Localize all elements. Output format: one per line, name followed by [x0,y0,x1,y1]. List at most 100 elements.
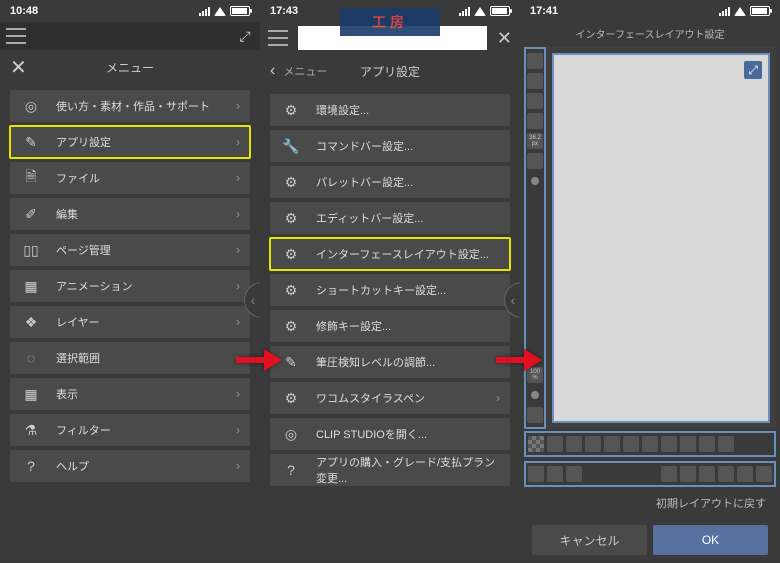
clock: 17:43 [270,5,298,17]
wrench-icon: 🔧 [280,135,302,157]
palette-icon[interactable] [699,466,715,482]
chevron-right-icon: › [236,351,240,365]
palette-icon[interactable] [661,436,677,452]
palette-icon[interactable] [756,466,772,482]
clip-icon: ◎ [280,423,302,445]
slider-handle[interactable] [531,391,539,399]
pencil-icon: ✐ [20,203,42,225]
menu-item-page[interactable]: ▯▯ ページ管理 › [10,234,250,266]
dialog-title: インターフェースレイアウト設定 [520,22,780,47]
palette-icon[interactable] [642,436,658,452]
top-bar: ⤢ [0,22,260,50]
back-icon[interactable]: ‹ [270,62,275,80]
signal-icon [199,7,210,16]
palette-icon[interactable] [661,466,677,482]
cancel-button[interactable]: キャンセル [532,525,647,555]
palette-icon[interactable] [604,436,620,452]
tool-icon[interactable] [527,113,543,129]
menu-item-commandbar[interactable]: 🔧 コマンドバー設定... [270,130,510,162]
close-icon[interactable]: ✕ [497,28,512,49]
chevron-right-icon: › [236,423,240,437]
tool-icon[interactable] [527,407,543,423]
canvas-preview[interactable]: ⤢ [552,53,770,423]
expand-icon[interactable]: ⤢ [744,61,762,79]
pct-badge[interactable]: 100 % [527,367,543,383]
palette-icon[interactable] [680,436,696,452]
menu-item-layer[interactable]: ❖ レイヤー › [10,306,250,338]
palette-icon[interactable] [585,436,601,452]
select-icon: ◌ [20,347,42,369]
panel-app-settings: 17:43 工房 ✕ ‹ メニュー アプリ設定 ⚙ 環境設定... 🔧 コマンド… [260,0,520,563]
menu-item-shortcut[interactable]: ⚙ ショートカットキー設定... [270,274,510,306]
palette-row-2[interactable] [524,461,776,487]
signal-icon [459,7,470,16]
menu-item-palettebar[interactable]: ⚙ パレットバー設定... [270,166,510,198]
layers-icon: ❖ [20,311,42,333]
book-icon: ▯▯ [20,239,42,261]
palette-icon[interactable] [528,466,544,482]
vertical-toolbar[interactable]: 36.2 px 100 % [524,47,546,429]
chevron-right-icon: › [236,279,240,293]
gear-icon: ⚙ [280,207,302,229]
hamburger-icon[interactable] [268,30,288,46]
battery-icon [750,6,770,16]
chevron-right-icon: › [236,135,240,149]
zoom-badge[interactable]: 36.2 px [527,133,543,149]
expand-icon[interactable]: ⤢ [236,27,254,45]
menu-item-view[interactable]: ▦ 表示 › [10,378,250,410]
cart-icon: ? [280,459,302,481]
film-icon: ▦ [20,275,42,297]
palette-icon[interactable] [566,466,582,482]
help-icon: ? [20,455,42,477]
tool-icon[interactable] [527,73,543,89]
tool-icon[interactable] [527,53,543,69]
menu-item-app-settings[interactable]: ✎ アプリ設定 › [10,126,250,158]
clip-icon: ◎ [20,95,42,117]
menu-item-modkey[interactable]: ⚙ 修飾キー設定... [270,310,510,342]
layout-icon: ⚙ [280,243,302,265]
menu-item-filter[interactable]: ⚗ フィルター › [10,414,250,446]
status-icons [459,6,510,16]
battery-icon [490,6,510,16]
menu-item-wacom[interactable]: ⚙ ワコムスタイラスペン › [270,382,510,414]
palette-icon[interactable] [718,466,734,482]
menu-item-help-assets[interactable]: ◎ 使い方・素材・作品・サポート › [10,90,250,122]
menu-item-purchase[interactable]: ? アプリの購入・グレード/支払プラン変更... [270,454,510,486]
menu-item-layout[interactable]: ⚙ インターフェースレイアウト設定... [270,238,510,270]
palette-icon[interactable] [699,436,715,452]
menu-item-help[interactable]: ? ヘルプ › [10,450,250,482]
status-bar: 10:48 [0,0,260,22]
menu-item-env-settings[interactable]: ⚙ 環境設定... [270,94,510,126]
palette-icon[interactable] [737,466,753,482]
chevron-right-icon: › [236,207,240,221]
palette-icon[interactable] [566,436,582,452]
palette-icon[interactable] [623,436,639,452]
menu-item-edit[interactable]: ✐ 編集 › [10,198,250,230]
close-icon[interactable]: ✕ [10,55,27,80]
palette-icon[interactable] [528,436,544,452]
panel-menu: 10:48 ⤢ ✕ メニュー ◎ 使い方・素材・作品・サポート › ✎ アプリ設… [0,0,260,563]
menu-item-editbar[interactable]: ⚙ エディットバー設定... [270,202,510,234]
menu-item-pressure[interactable]: ✎ 筆圧検知レベルの調節... [270,346,510,378]
palette-icon[interactable] [547,436,563,452]
menu-item-file[interactable]: 🗎 ファイル › [10,162,250,194]
gear-icon: ⚙ [280,387,302,409]
back-label[interactable]: メニュー [283,63,327,79]
reset-layout-link[interactable]: 初期レイアウトに戻す [524,489,776,517]
menu-item-animation[interactable]: ▦ アニメーション › [10,270,250,302]
tool-icon[interactable] [527,153,543,169]
palette-icon[interactable] [718,436,734,452]
slider-handle[interactable] [531,177,539,185]
hamburger-icon[interactable] [6,28,26,44]
gear-icon: ⚙ [280,171,302,193]
chevron-right-icon: › [496,391,500,405]
menu-item-open-clip[interactable]: ◎ CLIP STUDIOを開く... [270,418,510,450]
menu-item-selection[interactable]: ◌ 選択範囲 › [10,342,250,374]
tool-icon[interactable] [527,93,543,109]
palette-icon[interactable] [680,466,696,482]
signal-icon [719,7,730,16]
ok-button[interactable]: OK [653,525,768,555]
chevron-right-icon: › [236,171,240,185]
palette-row-1[interactable] [524,431,776,457]
palette-icon[interactable] [547,466,563,482]
